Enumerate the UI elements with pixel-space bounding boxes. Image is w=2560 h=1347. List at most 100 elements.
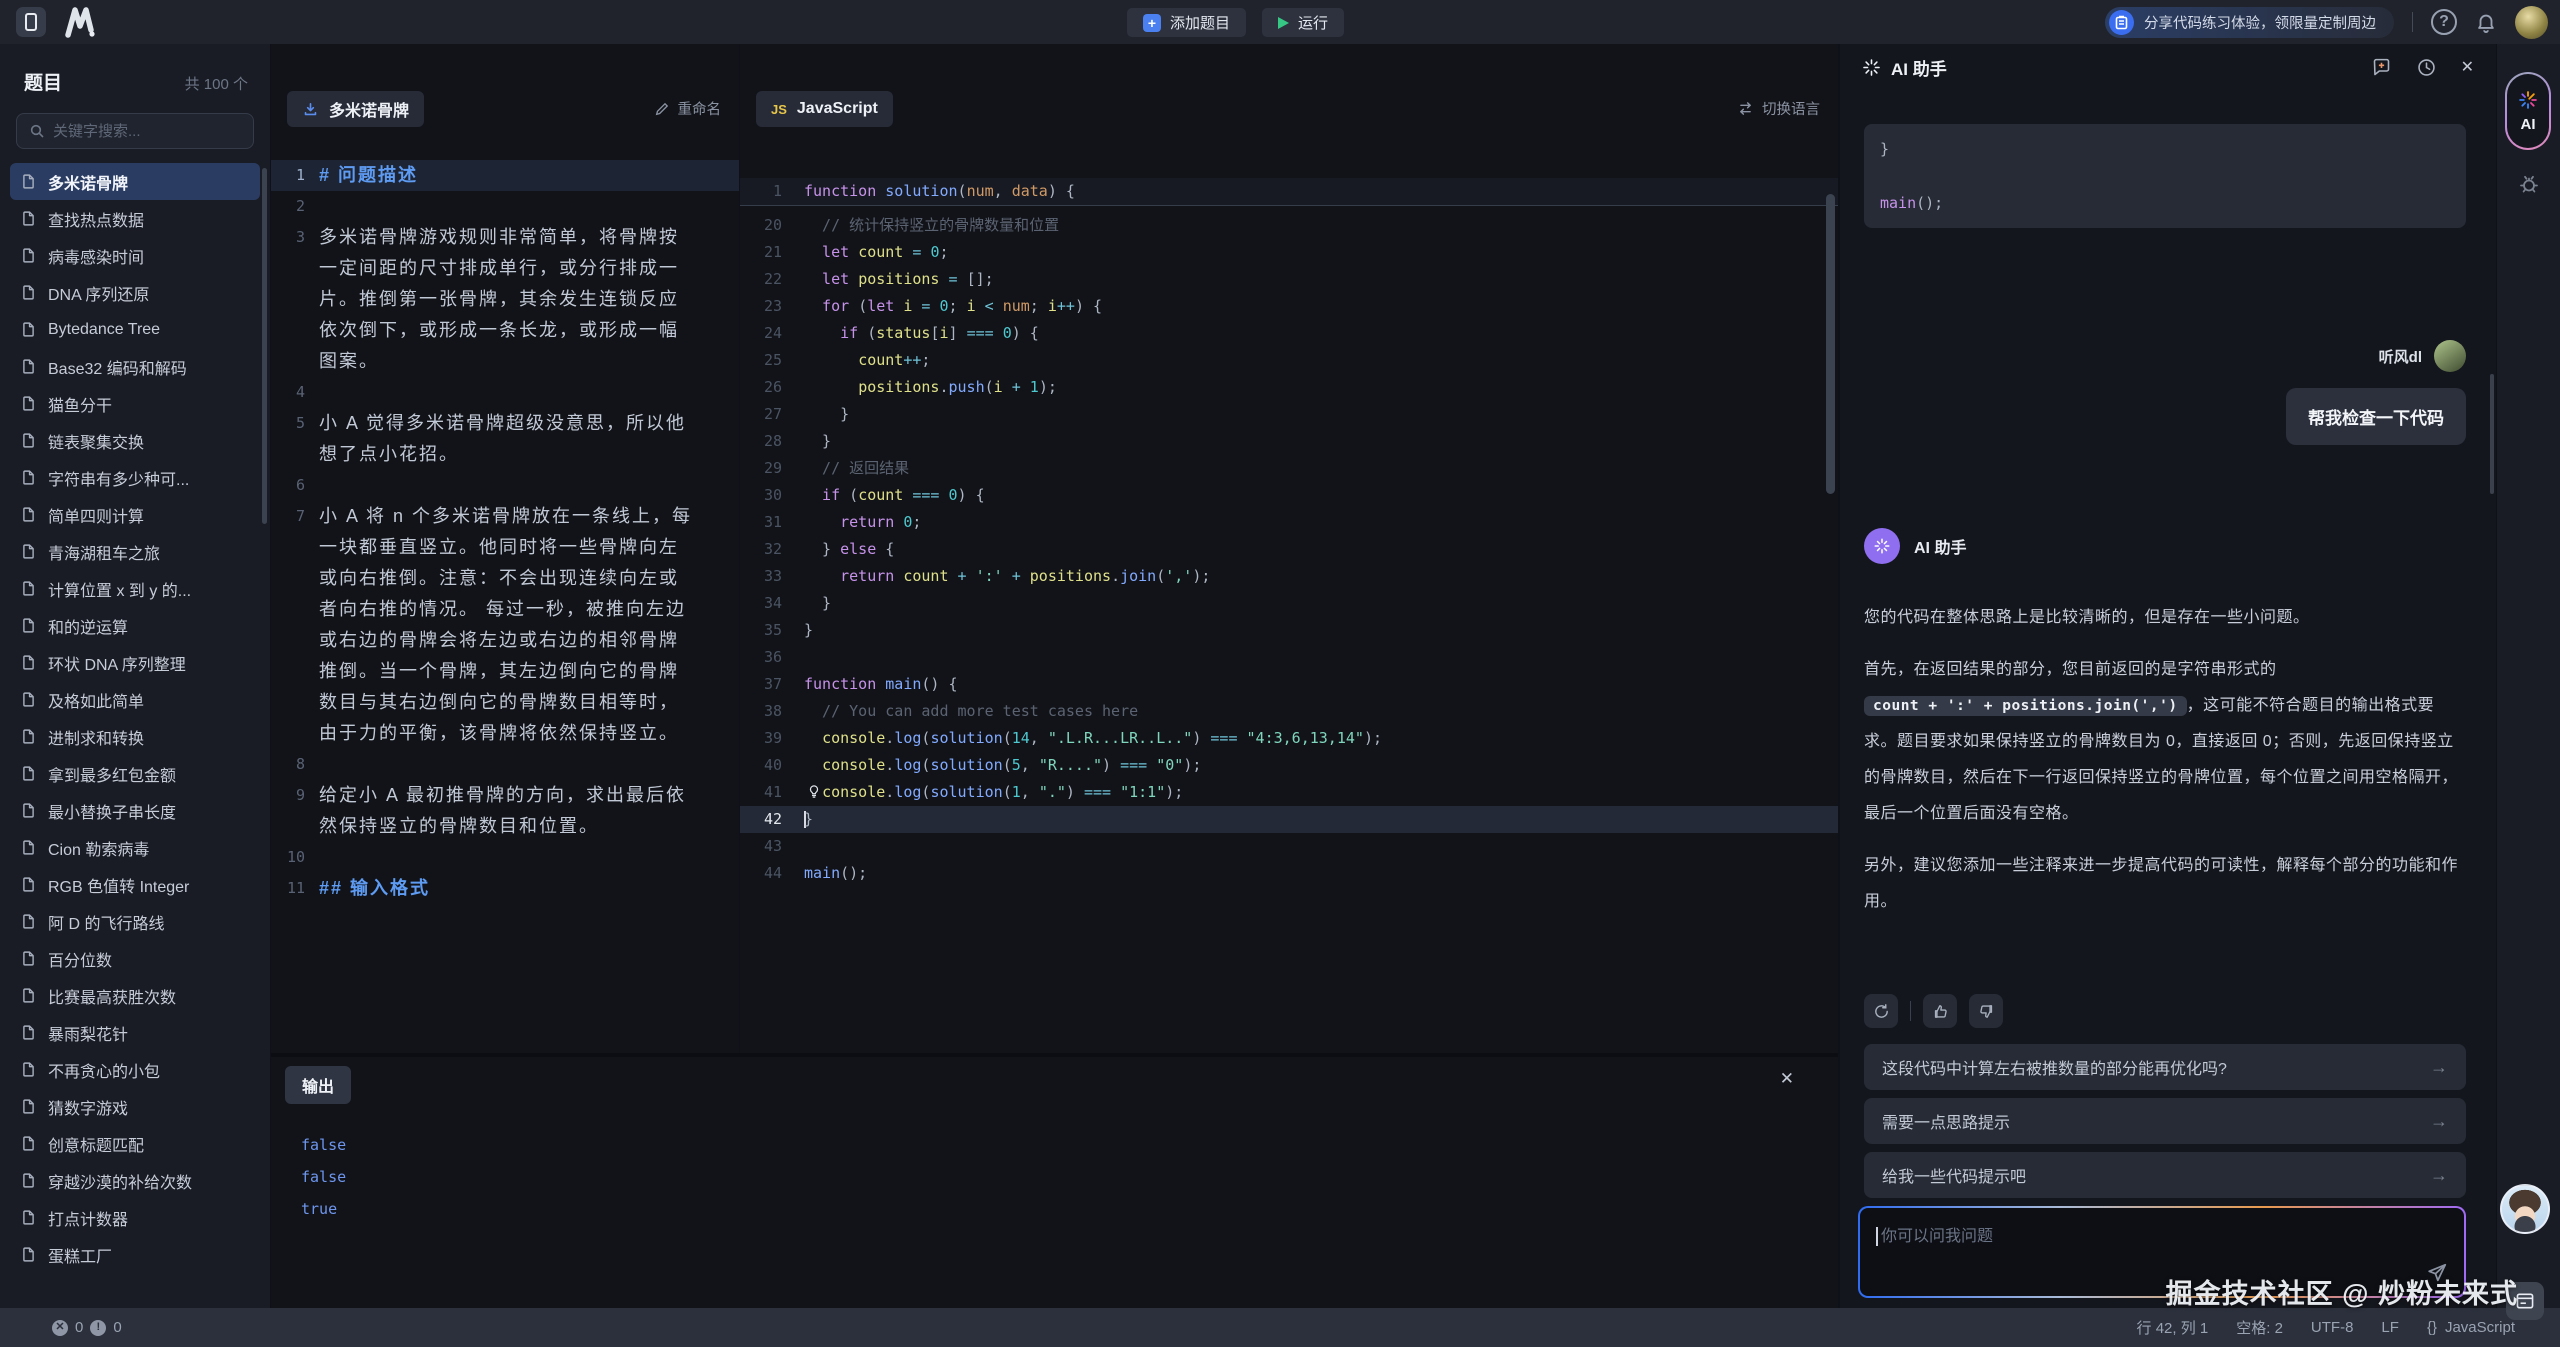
thumbs-down-icon[interactable] (1969, 994, 2003, 1028)
sidebar-item[interactable]: 简单四则计算 (10, 496, 260, 533)
marscode-logo[interactable] (62, 6, 98, 38)
language-indicator[interactable]: {} JavaScript (2427, 1319, 2515, 1336)
code-line[interactable]: 40 console.log(solution(5, "R....") === … (740, 752, 1838, 779)
code-line[interactable]: 26 positions.push(i + 1); (740, 374, 1838, 401)
code-line[interactable]: 30 if (count === 0) { (740, 482, 1838, 509)
sidebar-item[interactable]: 和的逆运算 (10, 607, 260, 644)
add-question-button[interactable]: + 添加题目 (1127, 8, 1246, 37)
code-line[interactable]: 34 } (740, 590, 1838, 617)
code-line[interactable]: 35} (740, 617, 1838, 644)
sidebar-item[interactable]: 查找热点数据 (10, 200, 260, 237)
thumbs-up-icon[interactable] (1923, 994, 1957, 1028)
sidebar-item[interactable]: Base32 编码和解码 (10, 348, 260, 385)
ai-assistant-toggle[interactable]: AI (2505, 72, 2551, 150)
search-box[interactable] (16, 113, 254, 149)
regenerate-button[interactable] (1864, 994, 1898, 1028)
code-line[interactable]: 21 let count = 0; (740, 239, 1838, 266)
sidebar-item[interactable]: Bytedance Tree (10, 311, 260, 348)
language-tab[interactable]: JS JavaScript (756, 91, 893, 127)
sidebar-item[interactable]: 拿到最多红包金额 (10, 755, 260, 792)
output-close-icon[interactable]: ✕ (1780, 1069, 1794, 1089)
debug-icon[interactable] (2497, 172, 2560, 196)
code-line[interactable]: 23 for (let i = 0; i < num; i++) { (740, 293, 1838, 320)
code-line[interactable]: 39 console.log(solution(14, ".L.R...LR..… (740, 725, 1838, 752)
markdown-line[interactable]: 7小 A 将 n 个多米诺骨牌放在一条线上，每一块都垂直竖立。他同时将一些骨牌向… (271, 501, 739, 749)
markdown-line[interactable]: 5小 A 觉得多米诺骨牌超级没意思，所以他想了点小花招。 (271, 408, 739, 470)
code-line[interactable]: 22 let positions = []; (740, 266, 1838, 293)
sidebar-item[interactable]: RGB 色值转 Integer (10, 866, 260, 903)
markdown-line[interactable]: 6 (271, 470, 739, 501)
search-input[interactable] (53, 123, 252, 140)
code-line[interactable]: 27 } (740, 401, 1838, 428)
sidebar-item[interactable]: 百分位数 (10, 940, 260, 977)
code-line[interactable]: 36 (740, 644, 1838, 671)
sidebar-item[interactable]: 暴雨梨花针 (10, 1014, 260, 1051)
switch-language-button[interactable]: 切换语言 (1737, 98, 1820, 119)
code-line[interactable]: 43 (740, 833, 1838, 860)
history-icon[interactable] (2416, 57, 2437, 78)
markdown-line[interactable]: 11## 输入格式 (271, 873, 739, 904)
sidebar-item[interactable]: 不再贪心的小包 (10, 1051, 260, 1088)
new-chat-icon[interactable] (2371, 57, 2392, 78)
sidebar-item[interactable]: 计算位置 x 到 y 的... (10, 570, 260, 607)
markdown-line[interactable]: 3多米诺骨牌游戏规则非常简单，将骨牌按一定间距的尺寸排成单行，或分行排成一片。推… (271, 222, 739, 377)
code-line[interactable]: 37function main() { (740, 671, 1838, 698)
markdown-line[interactable]: 9给定小 A 最初推骨牌的方向，求出最后依然保持竖立的骨牌数目和位置。 (271, 780, 739, 842)
sidebar-toggle-icon[interactable] (16, 7, 46, 37)
chat-scrollbar[interactable] (2490, 374, 2494, 494)
markdown-line[interactable]: 4 (271, 377, 739, 408)
code-line[interactable]: 41 console.log(solution(1, ".") === "1:1… (740, 779, 1838, 806)
sidebar-item[interactable]: 环状 DNA 序列整理 (10, 644, 260, 681)
lightbulb-icon[interactable] (806, 783, 822, 799)
output-tab[interactable]: 输出 (285, 1066, 351, 1104)
sidebar-item[interactable]: DNA 序列还原 (10, 274, 260, 311)
sidebar-item[interactable]: 多米诺骨牌 (10, 163, 260, 200)
editor-scrollbar[interactable] (1826, 194, 1835, 494)
markdown-line[interactable]: 10 (271, 842, 739, 873)
sidebar-item[interactable]: 字符串有多少种可... (10, 459, 260, 496)
code-line[interactable]: 20 // 统计保持竖立的骨牌数量和位置 (740, 212, 1838, 239)
sidebar-item[interactable]: 病毒感染时间 (10, 237, 260, 274)
sidebar-item[interactable]: Cion 勒索病毒 (10, 829, 260, 866)
sidebar-item[interactable]: 猫鱼分干 (10, 385, 260, 422)
sidebar-item[interactable]: 蛋糕工厂 (10, 1236, 260, 1273)
sidebar-item[interactable]: 青海湖租车之旅 (10, 533, 260, 570)
sidebar-item[interactable]: 猜数字游戏 (10, 1088, 260, 1125)
sidebar-item[interactable]: 阿 D 的飞行路线 (10, 903, 260, 940)
sidebar-item[interactable]: SQL 代码补全 (10, 1273, 260, 1283)
code-line[interactable]: 31 return 0; (740, 509, 1838, 536)
assistant-mascot-avatar[interactable] (2500, 1184, 2550, 1234)
sidebar-item[interactable]: 链表聚集交换 (10, 422, 260, 459)
suggested-prompt-button[interactable]: 给我一些代码提示吧→ (1864, 1152, 2466, 1198)
sidebar-item[interactable]: 最小替换子串长度 (10, 792, 260, 829)
help-icon[interactable]: ? (2431, 9, 2457, 35)
promo-banner[interactable]: 分享代码练习体验，领限量定制周边 (2105, 7, 2394, 38)
code-line[interactable]: 44main(); (740, 860, 1838, 887)
suggested-prompt-button[interactable]: 需要一点思路提示→ (1864, 1098, 2466, 1144)
run-button[interactable]: 运行 (1262, 8, 1344, 37)
user-avatar[interactable] (2515, 6, 2548, 39)
sidebar-item[interactable]: 及格如此简单 (10, 681, 260, 718)
problem-tab[interactable]: 多米诺骨牌 (287, 91, 424, 127)
markdown-line[interactable]: 1# 问题描述 (271, 160, 739, 191)
code-line[interactable]: 29 // 返回结果 (740, 455, 1838, 482)
code-line[interactable]: 38 // You can add more test cases here (740, 698, 1838, 725)
ai-close-icon[interactable]: ✕ (2461, 57, 2474, 77)
code-line[interactable]: 1function solution(num, data) { (740, 178, 1838, 205)
code-line[interactable]: 42} (740, 806, 1838, 833)
code-line[interactable]: 32 } else { (740, 536, 1838, 563)
suggested-prompt-button[interactable]: 这段代码中计算左右被推数量的部分能再优化吗?→ (1864, 1044, 2466, 1090)
bell-icon[interactable] (2475, 11, 2497, 33)
sidebar-item[interactable]: 打点计数器 (10, 1199, 260, 1236)
markdown-line[interactable]: 2 (271, 191, 739, 222)
sidebar-item[interactable]: 穿越沙漠的补给次数 (10, 1162, 260, 1199)
rename-button[interactable]: 重命名 (654, 98, 722, 119)
code-line[interactable]: 28 } (740, 428, 1838, 455)
sidebar-item[interactable]: 比赛最高获胜次数 (10, 977, 260, 1014)
code-line[interactable]: 25 count++; (740, 347, 1838, 374)
markdown-line[interactable]: 8 (271, 749, 739, 780)
sidebar-item[interactable]: 创意标题匹配 (10, 1125, 260, 1162)
code-line[interactable]: 24 if (status[i] === 0) { (740, 320, 1838, 347)
code-line[interactable]: 33 return count + ':' + positions.join('… (740, 563, 1838, 590)
sidebar-scrollbar[interactable] (262, 168, 267, 524)
